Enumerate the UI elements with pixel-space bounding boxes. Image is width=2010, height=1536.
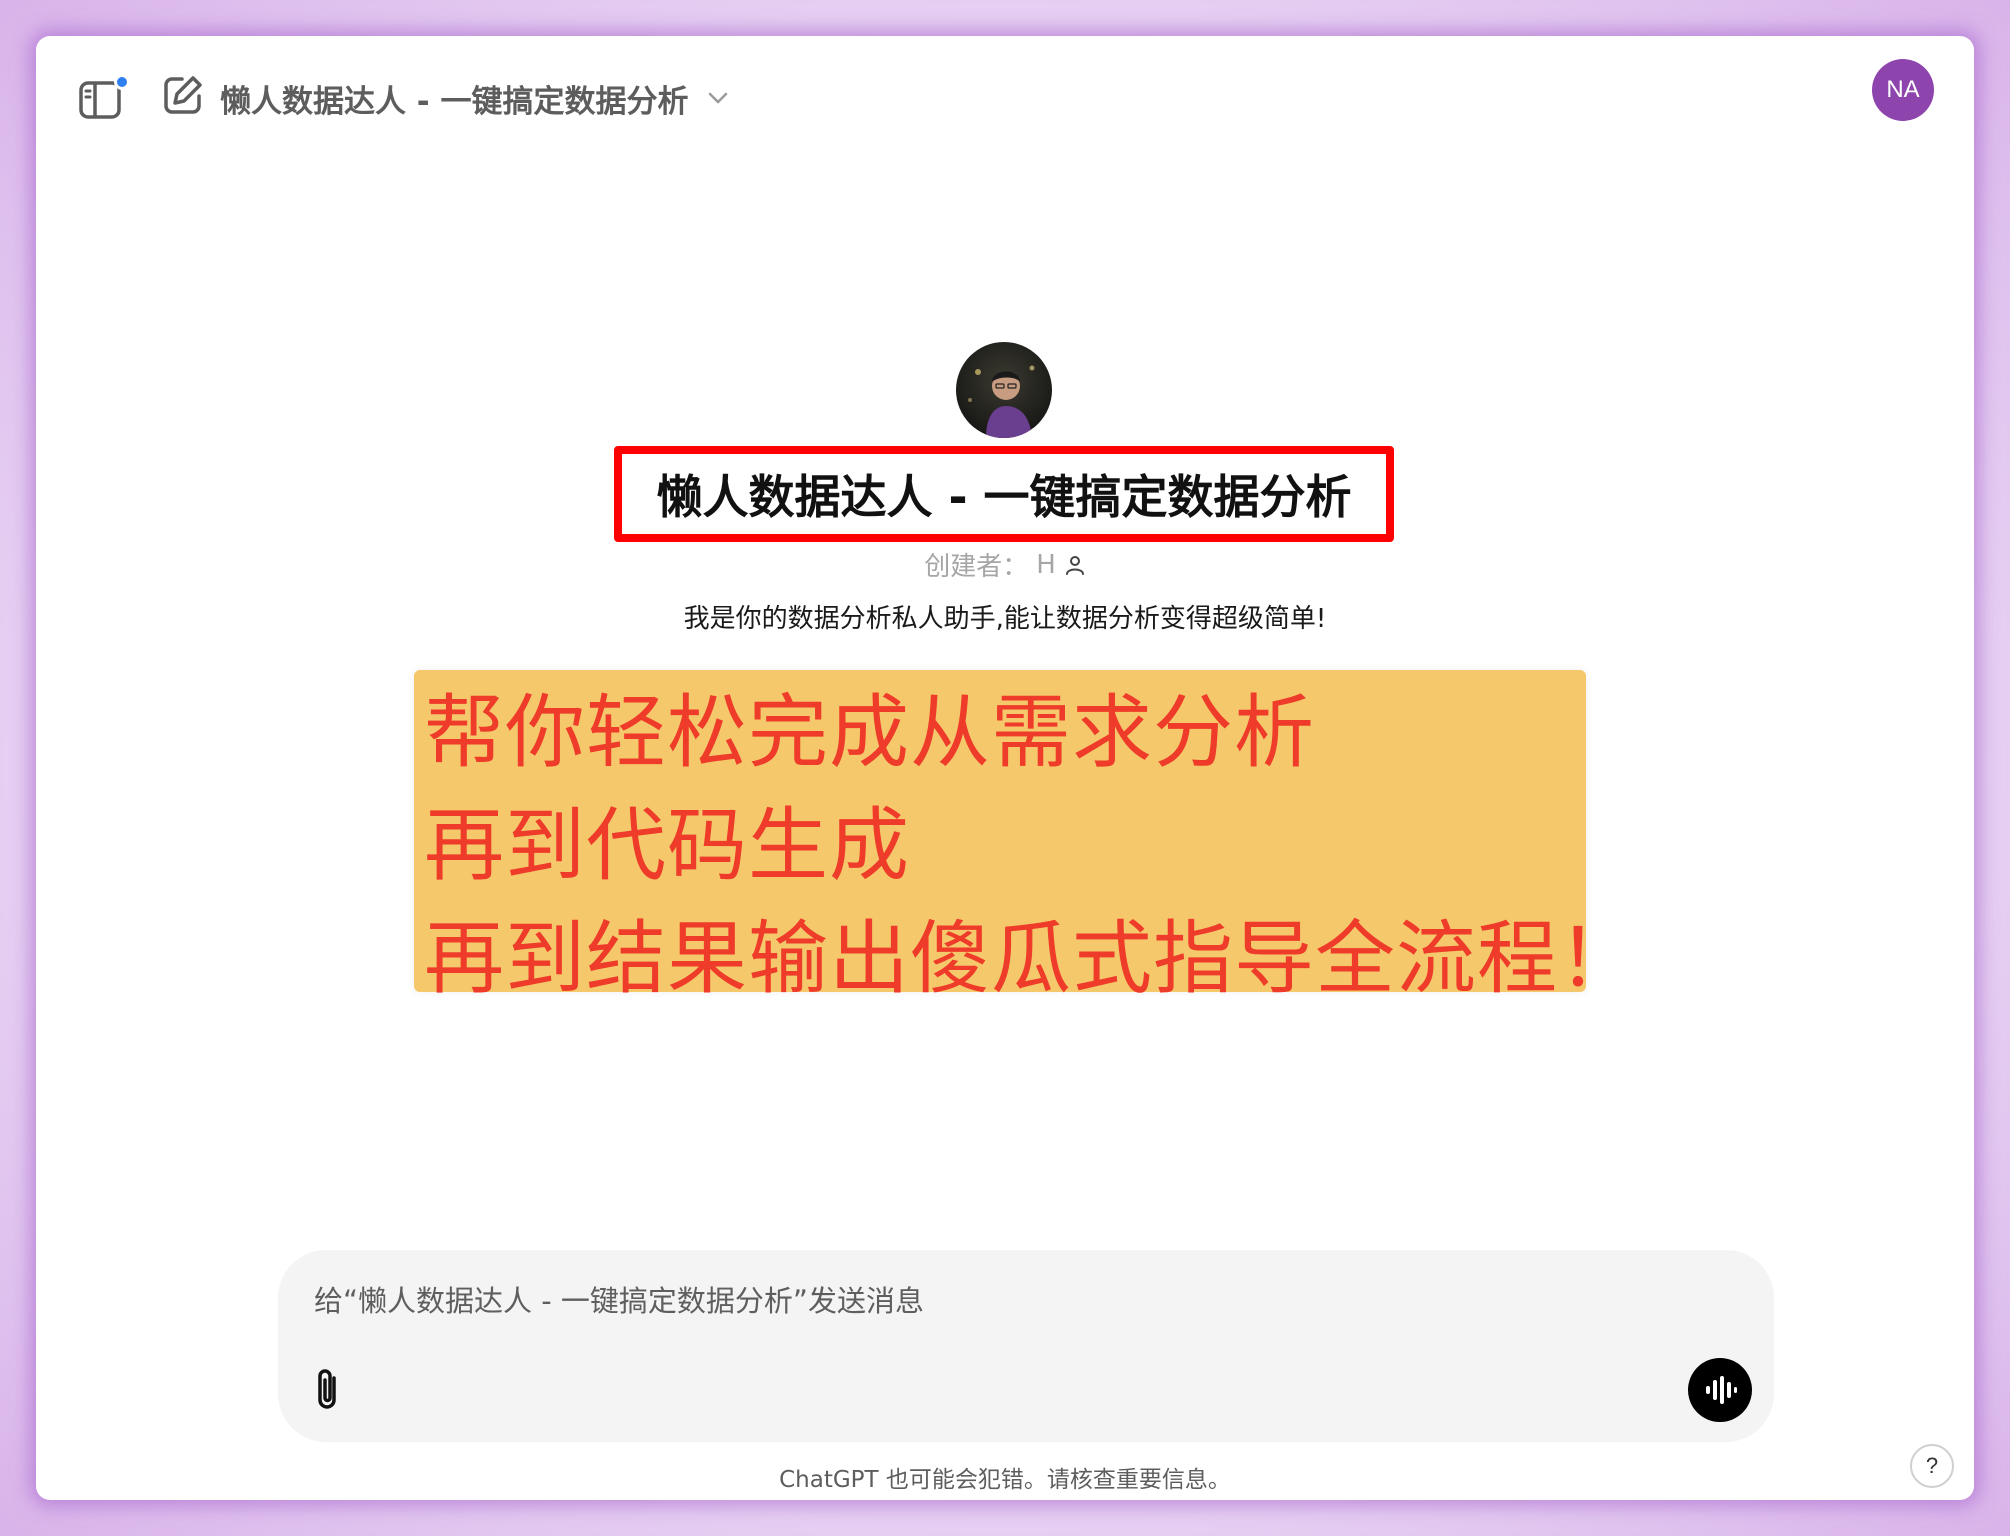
promo-line-1: 帮你轻松完成从需求分析 (424, 686, 1315, 779)
attach-button[interactable] (306, 1364, 350, 1416)
promo-line-3: 再到结果输出傻瓜式指导全流程！ (424, 912, 1639, 1005)
person-icon (1065, 555, 1084, 575)
compose-icon (164, 76, 202, 114)
promo-annotation: 帮你轻松完成从需求分析 再到代码生成 再到结果输出傻瓜式指导全流程！ (414, 670, 1638, 1005)
user-avatar[interactable]: NA (1872, 59, 1934, 121)
creator-label: 创建者： (924, 552, 1029, 582)
gpt-title-label: 懒人数据达人 - 一键搞定数据分析 (220, 83, 689, 120)
message-input[interactable]: 给“懒人数据达人 - 一键搞定数据分析”发送消息 (314, 1278, 924, 1320)
gpt-avatar (956, 342, 1052, 438)
help-button[interactable]: ? (1910, 1444, 1954, 1488)
paperclip-icon (318, 1369, 336, 1409)
chat-window: 懒人数据达人 - 一键搞定数据分析 NA 懒人数据达人 - 一键搞定数据分析 创… (36, 36, 1974, 1500)
voice-waveform-icon (1706, 1376, 1737, 1404)
disclaimer-text: ChatGPT 也可能会犯错。请核查重要信息。 (779, 1467, 1231, 1493)
new-chat-button[interactable] (160, 72, 208, 120)
chevron-down-icon (709, 92, 728, 104)
sidebar-toggle-button[interactable] (78, 72, 130, 124)
creator-line: 创建者： H (36, 546, 1974, 583)
creator-name[interactable]: H (1036, 550, 1056, 580)
message-composer[interactable]: 给“懒人数据达人 - 一键搞定数据分析”发送消息 (278, 1250, 1774, 1442)
gpt-description: 我是你的数据分析私人助手,能让数据分析变得超级简单! (683, 604, 1327, 634)
voice-mode-button[interactable] (1688, 1358, 1752, 1422)
user-initials: NA (1886, 76, 1920, 103)
gpt-title-highlighted: 懒人数据达人 - 一键搞定数据分析 (614, 446, 1394, 542)
help-label: ? (1925, 1453, 1939, 1478)
promo-line-2: 再到代码生成 (424, 799, 910, 892)
gpt-title-dropdown[interactable]: 懒人数据达人 - 一键搞定数据分析 (220, 72, 732, 124)
notification-dot (114, 74, 130, 90)
gpt-title: 懒人数据达人 - 一键搞定数据分析 (656, 470, 1352, 524)
